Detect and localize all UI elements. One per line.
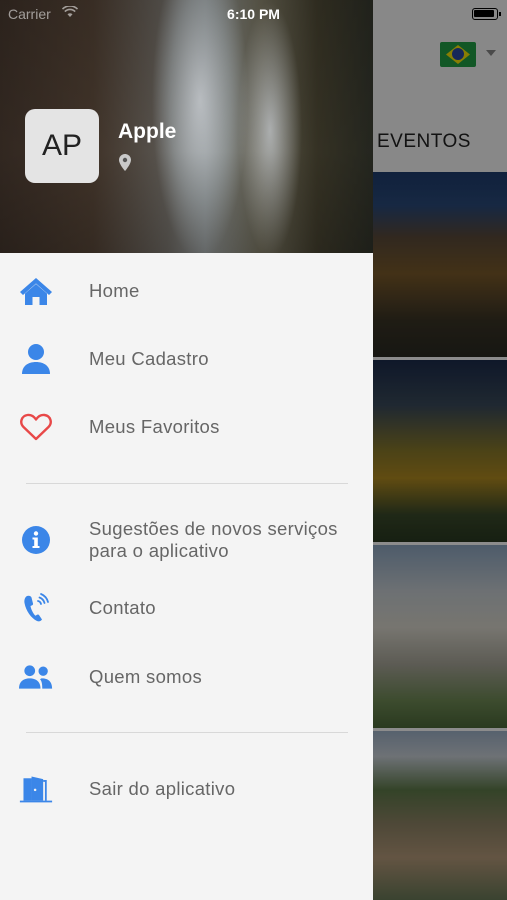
menu-item-label: Meus Favoritos (89, 416, 220, 437)
menu-item-label: Home (89, 280, 140, 301)
menu-item-label: Quem somos (89, 666, 203, 687)
drawer-header: AP Apple (0, 0, 373, 253)
home-icon (19, 274, 53, 308)
menu-item-meus-favoritos[interactable]: Meus Favoritos (0, 397, 373, 457)
info-icon (19, 523, 53, 557)
menu-item-meu-cadastro[interactable]: Meu Cadastro (0, 329, 373, 389)
menu-item-sugestoes[interactable]: Sugestões de novos serviços para o aplic… (0, 509, 373, 571)
menu-item-sair[interactable]: Sair do aplicativo (0, 759, 373, 819)
status-bar: Carrier 6:10 PM (0, 0, 507, 28)
menu-item-quem-somos[interactable]: Quem somos (0, 647, 373, 707)
clock: 6:10 PM (227, 6, 280, 22)
users-icon (19, 660, 53, 694)
exit-door-icon (19, 772, 53, 806)
heart-icon (19, 410, 53, 444)
location-pin-icon (119, 154, 131, 171)
menu-item-home[interactable]: Home (0, 261, 373, 321)
menu-item-label: Meu Cadastro (89, 348, 209, 369)
menu-divider (26, 483, 348, 484)
menu-item-label: Sair do aplicativo (89, 778, 236, 799)
avatar[interactable]: AP (25, 109, 99, 183)
menu-item-contato[interactable]: Contato (0, 578, 373, 638)
menu-item-label: Sugestões de novos serviços para o aplic… (89, 518, 338, 561)
menu-item-label: Contato (89, 597, 156, 618)
battery-icon (472, 8, 501, 20)
drawer-scrim[interactable] (373, 0, 507, 900)
user-icon (19, 342, 53, 376)
user-name: Apple (118, 120, 177, 143)
phone-icon (19, 591, 53, 625)
menu-divider (26, 732, 348, 733)
navigation-drawer: AP Apple Home Meu Cadastro Meus Favorito… (0, 0, 373, 900)
